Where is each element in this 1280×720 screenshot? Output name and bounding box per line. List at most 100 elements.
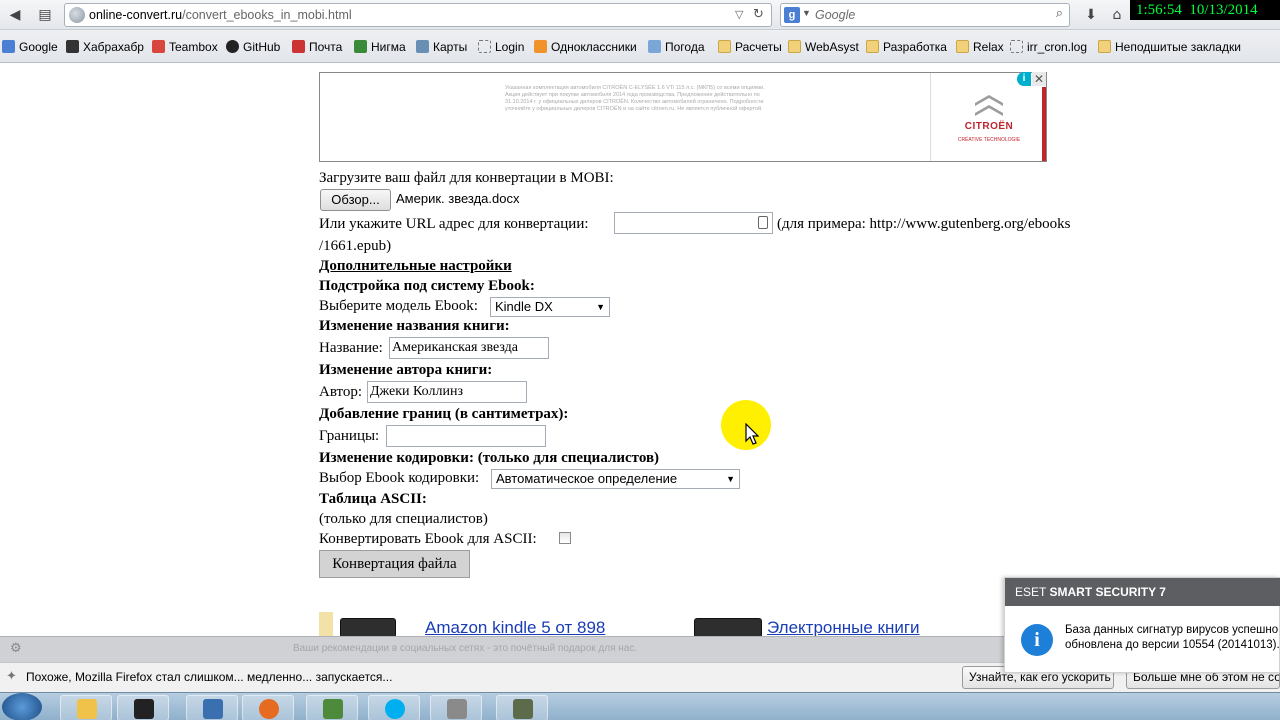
download-icon[interactable]: ⬇ (1078, 4, 1104, 26)
address-bar[interactable]: online-convert.ru/convert_ebooks_in_mobi… (64, 3, 772, 27)
clock-overlay: 1:56:54 10/13/2014 (1130, 0, 1280, 20)
taskbar-app-3[interactable] (186, 695, 238, 720)
ebook-model-select[interactable]: Kindle DX ▼ (490, 297, 610, 317)
taskbar-app-5[interactable] (306, 695, 358, 720)
bookmark-folder-development[interactable]: Разработка (866, 39, 947, 55)
ascii-note: (только для специалистов) (319, 511, 488, 527)
mouse-cursor-icon (745, 423, 759, 445)
google-engine-icon[interactable]: g (784, 7, 800, 23)
bookmark-folder-relax[interactable]: Relax (956, 39, 1004, 55)
engine-dropdown-icon[interactable]: ▼ (802, 8, 811, 18)
google-icon (2, 40, 15, 53)
product-link-kindle[interactable]: Amazon kindle 5 от 898 (425, 618, 605, 638)
eset-notification[interactable]: ESET SMART SECURITY 7 i База данных сигн… (1004, 577, 1280, 673)
title-heading: Изменение названия книги: (319, 318, 510, 334)
taskbar-batman-app[interactable] (117, 695, 169, 720)
bookmark-label: Relax (973, 40, 1004, 54)
clock-time: 1:56:54 (1136, 2, 1182, 18)
start-button[interactable] (2, 693, 42, 720)
ascii-checkbox-label: Конвертировать Ebook для ASCII: (319, 531, 537, 547)
product-ribbon (319, 612, 333, 638)
bookmark-google[interactable]: Google (2, 39, 58, 55)
bookmark-label: Teambox (169, 40, 218, 54)
url-input[interactable] (614, 212, 773, 234)
encoding-select[interactable]: Автоматическое определение ▼ (491, 469, 740, 489)
folder-icon (718, 40, 731, 53)
ad-fineprint: Указанная комплектация автомобиля CITROË… (505, 85, 765, 112)
taskbar-explorer[interactable] (60, 695, 112, 720)
bookmark-odnoklassniki[interactable]: Одноклассники (534, 39, 637, 55)
blank-page-icon (478, 40, 491, 53)
taskbar-skype[interactable] (368, 695, 420, 720)
ascii-checkbox[interactable] (559, 532, 571, 544)
globe-icon (69, 7, 85, 23)
margins-heading: Добавление границ (в сантиметрах): (319, 406, 569, 422)
bookmark-label: Погода (665, 40, 705, 54)
ad-banner[interactable]: Указанная комплектация автомобиля CITROË… (319, 72, 1047, 162)
margins-label: Границы: (319, 428, 380, 444)
odnoklassniki-icon (534, 40, 547, 53)
bookmark-label: Нигма (371, 40, 406, 54)
eset-message-line2: обновлена до версии 10554 (20141013). (1065, 639, 1280, 651)
bookmark-mail[interactable]: Почта (292, 39, 342, 55)
history-dropdown-icon[interactable]: ▽ (735, 4, 743, 26)
bookmark-login[interactable]: Login (478, 39, 524, 55)
encoding-heading: Изменение кодировки: (только для специал… (319, 450, 660, 466)
url-path: /convert_ebooks_in_mobi.html (182, 8, 352, 22)
bookmark-teambox[interactable]: Teambox (152, 39, 218, 55)
ebooks-thumbnail[interactable] (694, 618, 762, 638)
reload-icon[interactable]: ↻ (753, 4, 764, 26)
advanced-settings-link[interactable]: Дополнительные настройки (319, 258, 512, 275)
ebook-system-heading: Подстройка под систему Ebook: (319, 278, 535, 294)
product-link-ebooks[interactable]: Электронные книги (767, 618, 920, 638)
bookmark-unsorted[interactable]: Неподшитые закладки (1098, 39, 1241, 55)
ascii-heading: Таблица ASCII: (319, 491, 427, 507)
settings-gear-icon[interactable]: ⚙ (10, 641, 22, 656)
kindle-thumbnail[interactable] (340, 618, 396, 638)
margins-input[interactable] (386, 425, 546, 447)
ad-info-icon[interactable]: i (1017, 72, 1031, 86)
bookmark-folder-calculations[interactable]: Расчеты (718, 39, 782, 55)
search-icon[interactable]: ⌕ (1056, 6, 1063, 21)
back-arrow-icon[interactable]: ◀ (2, 4, 28, 26)
eset-brand-bold: SMART SECURITY 7 (1049, 585, 1166, 599)
bookmark-habrahabr[interactable]: Хабрахабр (66, 39, 144, 55)
convert-button[interactable]: Конвертация файла (319, 550, 470, 578)
page-icon[interactable]: ▤ (32, 4, 58, 26)
social-bar-text: Ваши рекомендации в социальных сетях - э… (293, 643, 638, 654)
taskbar-app-7[interactable] (430, 695, 482, 720)
title-label: Название: (319, 340, 383, 356)
maps-icon (416, 40, 429, 53)
tool-icon (323, 699, 343, 719)
taskbar-firefox[interactable] (242, 695, 294, 720)
title-input[interactable]: Американская звезда (389, 337, 549, 359)
selected-file-name: Америк. звезда.docx (396, 191, 520, 206)
author-heading: Изменение автора книги: (319, 362, 493, 378)
bookmark-label: GitHub (243, 40, 281, 54)
search-bar[interactable]: g ▼ Google ⌕ (780, 3, 1070, 27)
bookmark-nigma[interactable]: Нигма (354, 39, 406, 55)
browse-button[interactable]: Обзор... (320, 189, 391, 211)
bookmark-label: Карты (433, 40, 468, 54)
blank-page-icon (1010, 40, 1023, 53)
home-icon[interactable]: ⌂ (1104, 4, 1130, 26)
bookmark-maps[interactable]: Карты (416, 39, 467, 55)
bookmark-label: WebAsyst (805, 40, 859, 54)
bookmark-label: Одноклассники (551, 40, 637, 54)
bookmark-weather[interactable]: Погода (648, 39, 705, 55)
folder-icon (956, 40, 969, 53)
ad-brand-tagline: CRÉATIVE TECHNOLOGIE (957, 137, 1021, 143)
author-input[interactable]: Джеки Коллинз (367, 381, 527, 403)
bookmark-github[interactable]: GitHub (226, 39, 280, 55)
firefox-icon (259, 699, 279, 719)
bookmark-irr-cron[interactable]: irr_cron.log (1010, 39, 1087, 55)
ad-close-icon[interactable]: ✕ (1032, 72, 1046, 86)
autofill-icon (758, 216, 768, 229)
bookmark-folder-webasyst[interactable]: WebAsyst (788, 39, 859, 55)
puzzle-icon: ✦ (6, 669, 17, 684)
url-host: online-convert.ru (89, 8, 183, 22)
citroen-chevron-icon (975, 95, 1003, 116)
eset-message-line1: База данных сигнатур вирусов успешно (1065, 624, 1279, 636)
window-icon (203, 699, 223, 719)
taskbar-app-8[interactable] (496, 695, 548, 720)
